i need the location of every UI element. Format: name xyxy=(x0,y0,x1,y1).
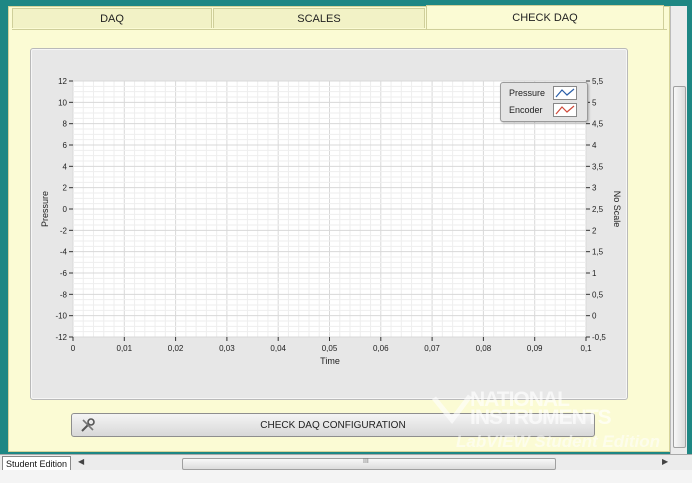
x-tick-label: 0,08 xyxy=(476,344,492,353)
y2-tick-label: 2 xyxy=(592,226,597,235)
y-tick-label: 8 xyxy=(63,120,68,129)
button-label: CHECK DAQ CONFIGURATION xyxy=(260,420,406,431)
y-tick-label: -6 xyxy=(60,269,68,278)
x-tick-label: 0 xyxy=(71,344,76,353)
y-axis-label: Pressure xyxy=(40,191,50,227)
y2-axis-label: No Scale xyxy=(612,191,622,228)
vertical-scroll-thumb[interactable] xyxy=(673,86,686,448)
scroll-left-arrow-icon[interactable]: ◀ xyxy=(78,457,84,466)
waveform-chart: 0 0,01 0,02 0,03 0,04 0,05 0,06 0,07 0,08 0,09 0,1… xyxy=(40,77,622,366)
y2-tick-label: 2,5 xyxy=(592,205,604,214)
legend-label: Pressure xyxy=(509,88,546,98)
legend-item-pressure[interactable]: Pressure xyxy=(501,85,587,101)
y2-tick-label: -0,5 xyxy=(592,333,606,342)
line-swatch-icon xyxy=(553,86,577,100)
y2-tick-label: 5 xyxy=(592,98,597,107)
y-tick-label: 10 xyxy=(58,98,67,107)
vertical-scrollbar[interactable] xyxy=(670,6,687,454)
y-tick-label: -12 xyxy=(55,333,67,342)
x-axis-label: Time xyxy=(320,356,340,366)
y-tick-label: -8 xyxy=(60,290,68,299)
scroll-grip: III xyxy=(363,458,369,465)
x-tick-label: 0,04 xyxy=(270,344,286,353)
x-tick-label: 0,09 xyxy=(527,344,543,353)
y-tick-label: 4 xyxy=(63,162,68,171)
plot-legend[interactable]: Pressure Encoder xyxy=(500,82,588,122)
x-tick-label: 0,06 xyxy=(373,344,389,353)
y-tick-label: 12 xyxy=(58,77,67,86)
y-tick-label: -10 xyxy=(55,312,67,321)
x-tick-label: 0,02 xyxy=(168,344,184,353)
y2-tick-label: 3,5 xyxy=(592,162,604,171)
y-tick-label: -2 xyxy=(60,226,68,235)
x-tick-label: 0,1 xyxy=(580,344,592,353)
y2-tick-label: 1 xyxy=(592,269,597,278)
x-tick-label: 0,01 xyxy=(117,344,133,353)
y2-tick-label: 4 xyxy=(592,141,597,150)
y2-tick-label: 5,5 xyxy=(592,77,604,86)
y2-tick-label: 3 xyxy=(592,184,597,193)
x-tick-label: 0,05 xyxy=(322,344,338,353)
y-tick-label: 6 xyxy=(63,141,68,150)
status-bar: Student Edition ◀ III ▶ xyxy=(0,454,692,472)
y2-tick-label: 0,5 xyxy=(592,290,604,299)
horizontal-scroll-thumb[interactable]: III xyxy=(182,458,556,470)
legend-item-encoder[interactable]: Encoder xyxy=(501,102,587,118)
horizontal-scrollbar[interactable]: ◀ III ▶ xyxy=(74,456,674,470)
y2-tick-label: 1,5 xyxy=(592,248,604,257)
line-swatch-icon xyxy=(553,103,577,117)
scroll-right-arrow-icon[interactable]: ▶ xyxy=(662,457,668,466)
y2-tick-label: 4,5 xyxy=(592,120,604,129)
x-tick-label: 0,07 xyxy=(424,344,440,353)
legend-label: Encoder xyxy=(509,105,543,115)
check-daq-configuration-button[interactable]: CHECK DAQ CONFIGURATION xyxy=(71,413,595,437)
y-tick-label: 2 xyxy=(63,184,68,193)
y-tick-label: 0 xyxy=(63,205,68,214)
bottom-strip xyxy=(0,470,692,483)
y2-tick-label: 0 xyxy=(592,312,597,321)
y-tick-label: -4 xyxy=(60,248,68,257)
x-tick-label: 0,03 xyxy=(219,344,235,353)
